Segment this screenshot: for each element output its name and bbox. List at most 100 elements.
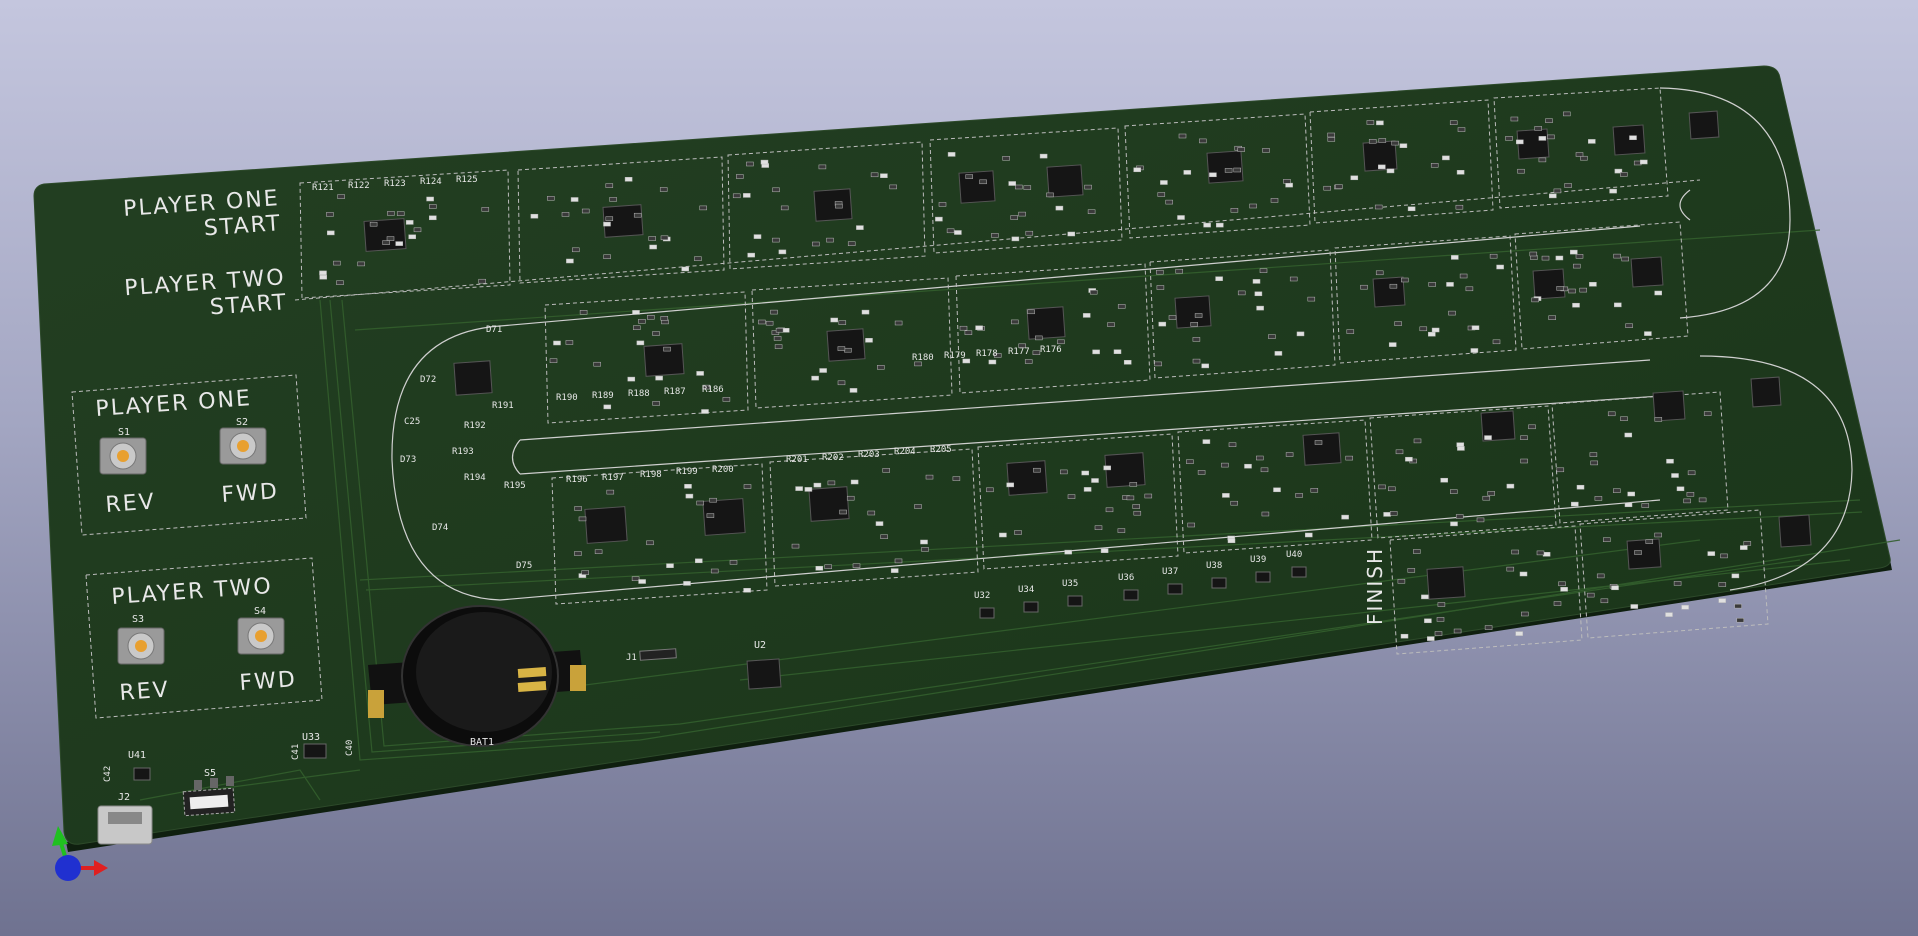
passive-component xyxy=(659,187,668,192)
passive-component xyxy=(594,549,603,554)
passive-component xyxy=(1389,283,1398,289)
passive-component xyxy=(837,346,846,351)
passive-component xyxy=(1274,351,1283,356)
passive-component xyxy=(706,513,715,518)
passive-component xyxy=(1157,192,1166,197)
passive-component xyxy=(826,237,834,243)
passive-component xyxy=(991,233,999,238)
passive-component xyxy=(1262,148,1270,153)
passive-component xyxy=(1607,411,1616,417)
passive-component xyxy=(1006,482,1014,488)
player-two-fwd-label: FWD xyxy=(239,667,298,696)
passive-component xyxy=(605,216,614,221)
passive-component xyxy=(1289,276,1298,282)
passive-component xyxy=(1720,553,1728,559)
passive-component xyxy=(1437,602,1446,607)
passive-component xyxy=(357,261,365,267)
passive-component xyxy=(882,468,890,473)
d71-ref: D71 xyxy=(486,325,502,335)
passive-component xyxy=(1233,167,1241,173)
passive-component xyxy=(1296,331,1305,337)
c41-ref: C41 xyxy=(291,744,301,760)
r124-ref: R124 xyxy=(420,177,442,187)
passive-component xyxy=(1107,322,1115,327)
passive-component xyxy=(1133,510,1142,516)
passive-component xyxy=(774,344,783,349)
passive-component xyxy=(1175,268,1183,274)
passive-component xyxy=(547,196,555,201)
r198-ref: R198 xyxy=(640,470,662,480)
passive-component xyxy=(632,310,640,315)
s4-button[interactable] xyxy=(237,617,285,655)
pcb-3d-viewport[interactable]: PLAYER ONE START PLAYER TWO START FINISH… xyxy=(0,0,1918,936)
passive-component xyxy=(1687,470,1696,476)
passive-component xyxy=(1453,628,1462,634)
passive-component xyxy=(1492,339,1501,345)
passive-component xyxy=(605,183,614,188)
passive-component xyxy=(369,221,378,227)
passive-component xyxy=(773,336,782,341)
passive-component xyxy=(852,563,861,568)
passive-component xyxy=(327,230,335,236)
passive-component xyxy=(1496,264,1504,270)
passive-component xyxy=(1430,163,1439,168)
passive-component xyxy=(1018,211,1026,217)
passive-component xyxy=(1158,321,1167,327)
r187-ref: R187 xyxy=(664,387,686,397)
passive-component xyxy=(812,241,820,247)
passive-component xyxy=(1388,342,1397,347)
passive-component xyxy=(1531,297,1539,303)
passive-component xyxy=(846,495,855,501)
passive-component xyxy=(1627,491,1635,497)
passive-component xyxy=(1676,486,1685,492)
passive-component xyxy=(1375,270,1384,276)
passive-component xyxy=(1740,545,1748,550)
r188-ref: R188 xyxy=(628,389,650,399)
passive-component xyxy=(666,563,674,568)
passive-component xyxy=(1197,470,1206,475)
passive-component xyxy=(778,249,787,255)
passive-component xyxy=(660,235,669,241)
passive-component xyxy=(1035,335,1043,341)
passive-component xyxy=(1718,598,1726,603)
passive-component xyxy=(1165,199,1173,205)
passive-component xyxy=(1084,184,1092,190)
passive-component xyxy=(1456,170,1465,175)
passive-component xyxy=(952,476,961,481)
passive-component xyxy=(1457,446,1465,451)
c42-ref: C42 xyxy=(103,766,113,782)
d73-ref: D73 xyxy=(400,455,416,465)
passive-component xyxy=(1538,157,1547,163)
passive-component xyxy=(819,368,827,373)
s1-button[interactable] xyxy=(99,437,147,475)
passive-component xyxy=(1489,253,1498,259)
passive-component xyxy=(1588,139,1596,144)
passive-component xyxy=(1285,182,1293,188)
passive-component xyxy=(1431,327,1440,333)
passive-component xyxy=(603,404,612,410)
passive-component xyxy=(870,172,879,178)
passive-component xyxy=(1327,137,1336,142)
passive-component xyxy=(553,340,561,346)
passive-component xyxy=(581,208,590,214)
passive-component xyxy=(1202,439,1211,444)
passive-component xyxy=(395,241,403,246)
passive-component xyxy=(975,325,983,331)
passive-component xyxy=(765,320,774,326)
passive-component xyxy=(770,309,778,315)
passive-component xyxy=(925,474,934,480)
s2-ref: S2 xyxy=(236,417,248,428)
s3-button[interactable] xyxy=(117,627,165,665)
passive-component xyxy=(1427,636,1435,641)
passive-component xyxy=(827,480,836,486)
passive-component xyxy=(1419,326,1428,332)
passive-component xyxy=(1057,339,1065,345)
u33-ref: U33 xyxy=(302,732,320,743)
passive-component xyxy=(574,551,582,556)
passive-component xyxy=(1589,452,1598,457)
s2-button[interactable] xyxy=(219,427,267,465)
passive-component xyxy=(426,196,434,202)
passive-component xyxy=(627,376,636,382)
passive-component xyxy=(1505,136,1513,141)
passive-component xyxy=(804,487,813,492)
